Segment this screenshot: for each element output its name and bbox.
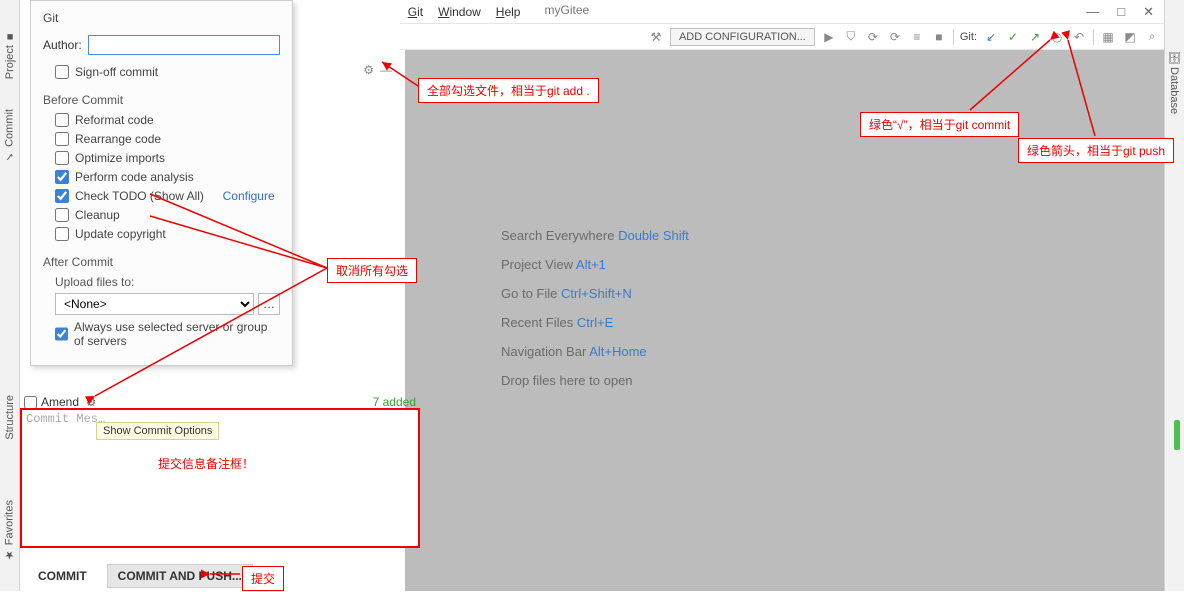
author-input[interactable] [88, 35, 280, 55]
reformat-checkbox[interactable] [55, 113, 69, 127]
git-label: Git: [960, 31, 977, 43]
side-tab-commit[interactable]: ✓ Commit [3, 109, 16, 163]
upload-browse-button[interactable]: … [258, 293, 280, 315]
build-hammer-icon[interactable]: ⚒ [648, 29, 664, 45]
project-name: myGitee [544, 3, 589, 21]
annotation-msg-box: 提交信息备注框！ [150, 452, 262, 475]
git-update-icon[interactable]: ↙ [983, 29, 999, 45]
menu-help[interactable]: Help [490, 3, 527, 21]
git-revert-icon[interactable]: ↶ [1071, 29, 1087, 45]
annotation-git-commit: 绿色“√”，相当于git commit [860, 112, 1019, 137]
debug-icon[interactable]: ⛉ [843, 29, 859, 45]
toolbar-extra2-icon[interactable]: ◩ [1122, 29, 1138, 45]
scroll-indicator [1174, 420, 1180, 450]
cleanup-checkbox[interactable] [55, 208, 69, 222]
analysis-checkbox[interactable] [55, 170, 69, 184]
before-commit-label: Before Commit [43, 93, 280, 107]
popup-title: Git [43, 11, 280, 25]
add-configuration-button[interactable]: ADD CONFIGURATION... [670, 28, 815, 46]
menu-git[interactable]: Git [402, 3, 429, 21]
configure-link[interactable]: Configure [223, 189, 275, 203]
stop-icon[interactable]: ■ [931, 29, 947, 45]
attach-icon[interactable]: ≡ [909, 29, 925, 45]
run-icon[interactable]: ▶ [821, 29, 837, 45]
rearrange-checkbox[interactable] [55, 132, 69, 146]
annotation-submit: 提交 [242, 566, 284, 591]
git-commit-icon[interactable]: ✓ [1005, 29, 1021, 45]
gear-icon[interactable]: ⚙ [363, 63, 374, 77]
side-tab-structure[interactable]: Structure [4, 395, 16, 440]
signoff-checkbox[interactable] [55, 65, 69, 79]
commit-message-area[interactable]: Commit Mes… Show Commit Options [20, 408, 420, 548]
amend-label: Amend [41, 395, 79, 409]
added-count: 7 added [373, 395, 416, 409]
menu-window[interactable]: Window [432, 3, 487, 21]
commit-message-placeholder: Commit Mes… [26, 412, 105, 426]
window-min-icon[interactable]: — [1086, 4, 1099, 20]
todo-checkbox[interactable] [55, 189, 69, 203]
annotation-git-push: 绿色箭头，相当于git push [1018, 138, 1174, 163]
upload-label: Upload files to: [55, 275, 280, 289]
upload-select[interactable]: <None> [55, 293, 254, 315]
search-everywhere-icon[interactable]: ⌕ [1144, 29, 1160, 45]
window-close-icon[interactable]: ✕ [1143, 4, 1154, 20]
optimize-checkbox[interactable] [55, 151, 69, 165]
after-commit-label: After Commit [43, 255, 280, 269]
always-use-checkbox[interactable] [55, 327, 68, 341]
coverage-icon[interactable]: ⟳ [865, 29, 881, 45]
git-push-icon[interactable]: ↗ [1027, 29, 1043, 45]
amend-checkbox[interactable] [24, 396, 37, 409]
side-tab-project[interactable]: Project ■ [4, 30, 16, 79]
annotation-git-add: 全部勾选文件，相当于git add . [418, 78, 599, 103]
commit-button[interactable]: COMMIT [28, 565, 97, 587]
copyright-checkbox[interactable] [55, 227, 69, 241]
commit-and-push-button[interactable]: COMMIT AND PUSH... [107, 564, 253, 588]
profile-icon[interactable]: ⟳ [887, 29, 903, 45]
toolbar-extra1-icon[interactable]: ▦ [1100, 29, 1116, 45]
collapse-icon[interactable]: — [380, 63, 392, 77]
side-tab-favorites[interactable]: ★ Favorites [3, 500, 16, 561]
welcome-shortcuts: Search Everywhere Double Shift Project V… [501, 228, 689, 388]
author-label: Author: [43, 38, 82, 52]
commit-options-tooltip: Show Commit Options [96, 422, 219, 440]
window-max-icon[interactable]: □ [1117, 4, 1125, 20]
side-tab-database[interactable]: 🗄 Database [1168, 50, 1181, 114]
commit-options-popup: Git Author: Sign-off commit Before Commi… [30, 0, 293, 366]
annotation-cancel-all: 取消所有勾选 [327, 258, 417, 283]
editor-area: Search Everywhere Double Shift Project V… [405, 50, 1164, 591]
git-history-icon[interactable]: ◴ [1049, 29, 1065, 45]
